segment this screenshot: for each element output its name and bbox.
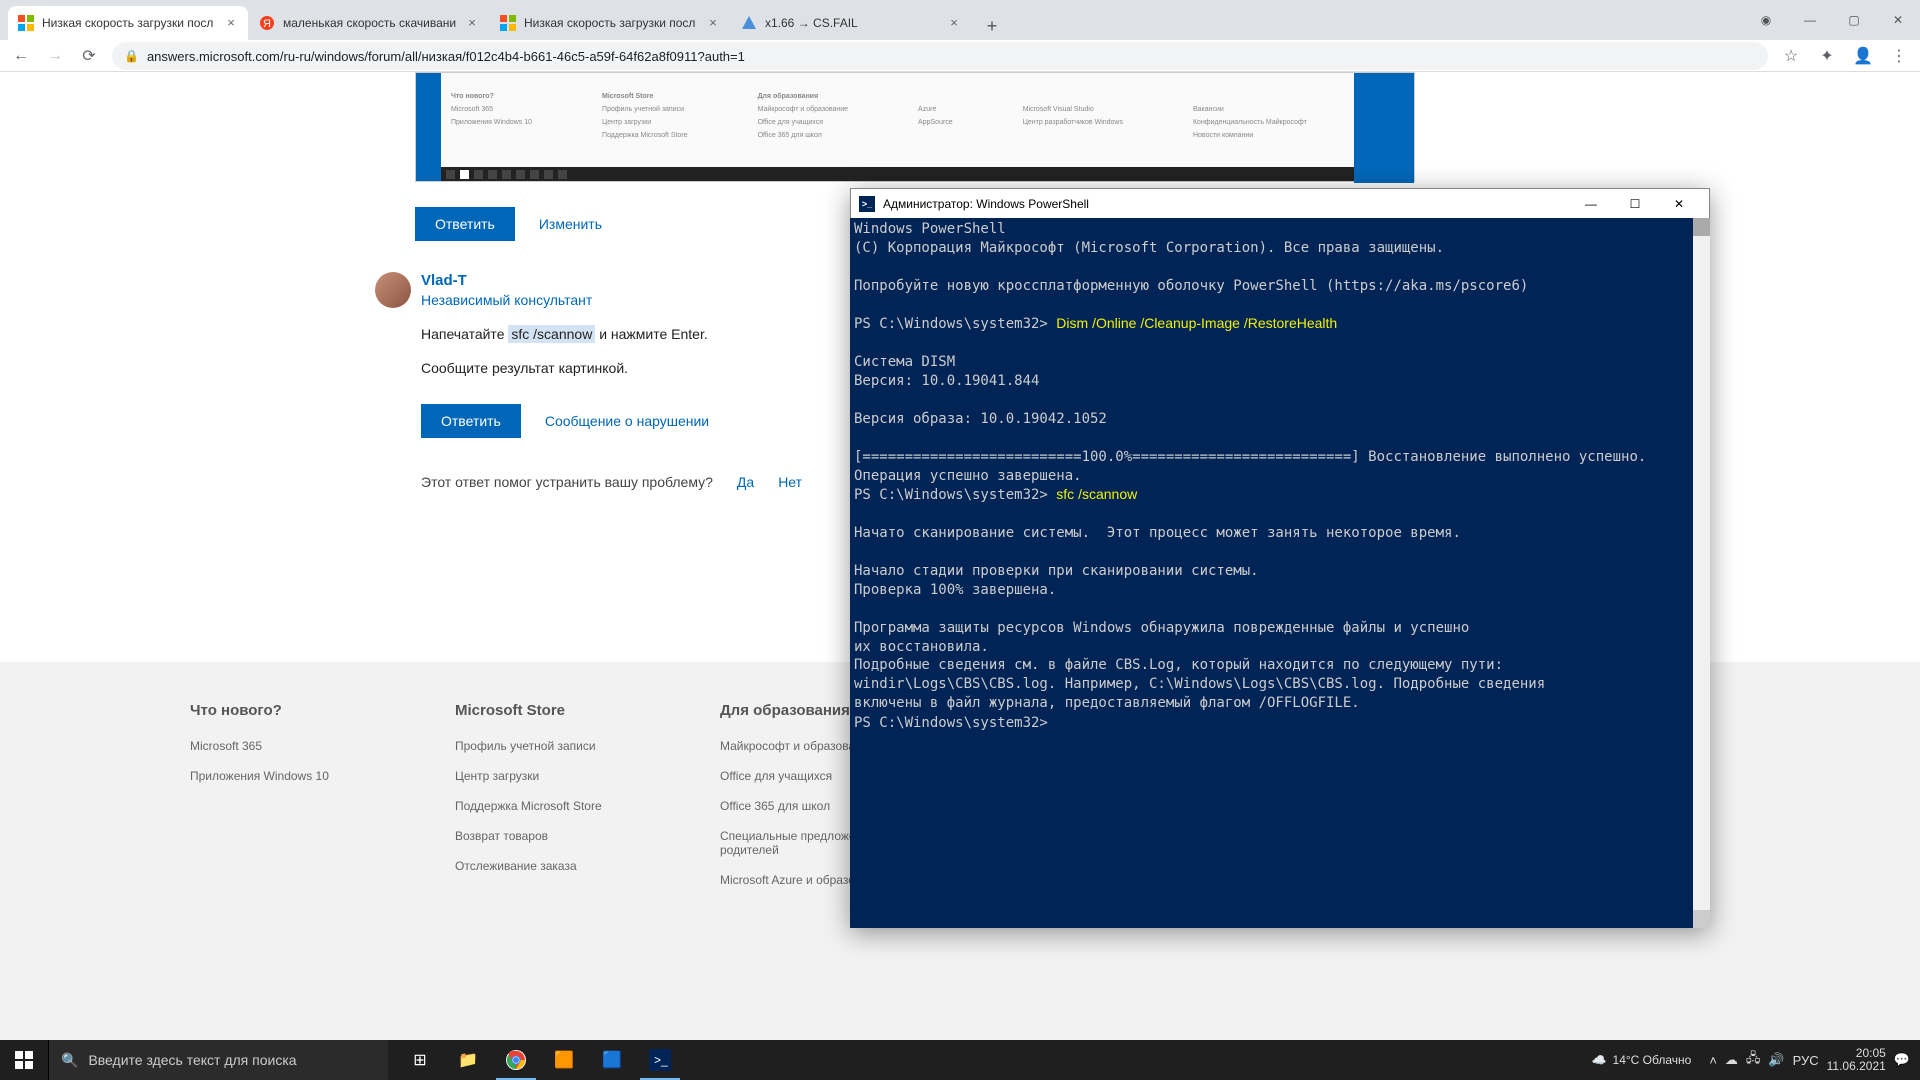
footer-link[interactable]: Приложения Windows 10 bbox=[190, 769, 390, 783]
forward-icon[interactable]: → bbox=[44, 45, 66, 67]
url-text: answers.microsoft.com/ru-ru/windows/foru… bbox=[147, 49, 745, 64]
reload-icon[interactable]: ⟳ bbox=[78, 45, 100, 67]
chevron-up-icon[interactable]: ˄ bbox=[1709, 1053, 1717, 1068]
browser-tab[interactable]: Низкая скорость загрузки посл × bbox=[490, 6, 730, 40]
taskbar: 🔍 Введите здесь текст для поиска ⊞ 📁 🟧 🟦… bbox=[0, 1040, 1920, 1080]
footer-link[interactable]: Возврат товаров bbox=[455, 829, 655, 843]
close-icon[interactable]: × bbox=[947, 16, 961, 30]
account-icon[interactable]: ◉ bbox=[1744, 5, 1788, 35]
report-link[interactable]: Сообщение о нарушении bbox=[545, 413, 709, 429]
weather-widget[interactable]: ☁️ 14°C Облачно bbox=[1592, 1053, 1692, 1067]
search-placeholder: Введите здесь текст для поиска bbox=[88, 1052, 296, 1068]
network-icon[interactable]: 🖧 bbox=[1746, 1049, 1761, 1071]
date-text: 11.06.2021 bbox=[1827, 1060, 1886, 1073]
tab-strip: Низкая скорость загрузки посл × Я малень… bbox=[0, 0, 1920, 40]
csfail-favicon bbox=[741, 15, 757, 31]
terminal-output[interactable]: Windows PowerShell (C) Корпорация Майкро… bbox=[850, 218, 1693, 928]
reply-text-part: и нажмите Enter. bbox=[595, 326, 707, 342]
footer-link[interactable]: Отслеживание заказа bbox=[455, 859, 655, 873]
clock[interactable]: 20:05 11.06.2021 bbox=[1827, 1047, 1886, 1073]
profile-icon[interactable]: 👤 bbox=[1852, 45, 1874, 67]
footer-column: Microsoft Store Профиль учетной записи Ц… bbox=[455, 702, 655, 908]
chrome-icon[interactable] bbox=[492, 1040, 540, 1080]
new-tab-button[interactable]: + bbox=[978, 12, 1006, 40]
close-icon[interactable]: × bbox=[706, 16, 720, 30]
weather-text: 14°C Облачно bbox=[1613, 1053, 1692, 1067]
task-view-icon[interactable]: ⊞ bbox=[396, 1040, 444, 1080]
ms-favicon bbox=[18, 15, 34, 31]
tab-title: x1.66 → CS.FAIL bbox=[765, 16, 941, 30]
powershell-icon: >_ bbox=[859, 196, 875, 212]
close-icon[interactable]: × bbox=[465, 16, 479, 30]
extensions-icon[interactable]: ✦ bbox=[1816, 45, 1838, 67]
minimize-icon[interactable]: — bbox=[1788, 5, 1832, 35]
avatar[interactable] bbox=[375, 272, 411, 308]
ms-favicon bbox=[500, 15, 516, 31]
browser-tab[interactable]: x1.66 → CS.FAIL × bbox=[731, 6, 971, 40]
maximize-icon[interactable]: ▢ bbox=[1832, 5, 1876, 35]
taskbar-search[interactable]: 🔍 Введите здесь текст для поиска bbox=[48, 1040, 388, 1080]
back-icon[interactable]: ← bbox=[10, 45, 32, 67]
helpful-no[interactable]: Нет bbox=[778, 474, 802, 490]
tab-title: маленькая скорость скачивани bbox=[283, 16, 459, 30]
footer-heading: Microsoft Store bbox=[455, 702, 655, 719]
app-icon[interactable]: 🟦 bbox=[588, 1040, 636, 1080]
footer-link[interactable]: Microsoft 365 bbox=[190, 739, 390, 753]
tab-title: Низкая скорость загрузки посл bbox=[42, 16, 218, 30]
onedrive-icon[interactable]: ☁ bbox=[1725, 1052, 1738, 1068]
volume-icon[interactable]: 🔊 bbox=[1768, 1052, 1784, 1068]
inline-code: sfc /scannow bbox=[508, 325, 595, 343]
window-controls: ◉ — ▢ ✕ bbox=[1744, 0, 1920, 40]
helpful-yes[interactable]: Да bbox=[737, 474, 754, 490]
powershell-titlebar[interactable]: >_ Администратор: Windows PowerShell — ☐… bbox=[850, 188, 1710, 218]
close-icon[interactable]: × bbox=[224, 16, 238, 30]
reply-text-part: Напечатайте bbox=[421, 326, 508, 342]
powershell-window[interactable]: >_ Администратор: Windows PowerShell — ☐… bbox=[850, 188, 1710, 928]
browser-tab[interactable]: Я маленькая скорость скачивани × bbox=[249, 6, 489, 40]
embedded-screenshot[interactable]: Что нового?Microsoft 365Приложения Windo… bbox=[415, 72, 1415, 182]
helpful-question: Этот ответ помог устранить вашу проблему… bbox=[421, 474, 713, 490]
weather-icon: ☁️ bbox=[1592, 1053, 1607, 1067]
system-tray: ☁️ 14°C Облачно ˄ ☁ 🖧 🔊 РУС 20:05 11.06.… bbox=[1582, 1040, 1920, 1080]
edit-link[interactable]: Изменить bbox=[539, 216, 602, 232]
notifications-icon[interactable]: 💬 bbox=[1894, 1052, 1910, 1068]
close-icon[interactable]: ✕ bbox=[1657, 190, 1701, 218]
footer-link[interactable]: Центр загрузки bbox=[455, 769, 655, 783]
address-bar: ← → ⟳ 🔒 answers.microsoft.com/ru-ru/wind… bbox=[0, 40, 1920, 72]
reply-button[interactable]: Ответить bbox=[415, 207, 515, 241]
search-icon: 🔍 bbox=[61, 1052, 78, 1069]
footer-column: Что нового? Microsoft 365 Приложения Win… bbox=[190, 702, 390, 908]
url-input[interactable]: 🔒 answers.microsoft.com/ru-ru/windows/fo… bbox=[112, 42, 1768, 70]
app-icon[interactable]: 🟧 bbox=[540, 1040, 588, 1080]
start-button[interactable] bbox=[0, 1040, 48, 1080]
reply-button[interactable]: Ответить bbox=[421, 404, 521, 438]
menu-icon[interactable]: ⋮ bbox=[1888, 45, 1910, 67]
tab-title: Низкая скорость загрузки посл bbox=[524, 16, 700, 30]
language-indicator[interactable]: РУС bbox=[1793, 1053, 1819, 1068]
scrollbar[interactable] bbox=[1693, 218, 1710, 928]
minimize-icon[interactable]: — bbox=[1569, 190, 1613, 218]
browser-chrome: Низкая скорость загрузки посл × Я малень… bbox=[0, 0, 1920, 72]
window-title: Администратор: Windows PowerShell bbox=[883, 197, 1089, 211]
maximize-icon[interactable]: ☐ bbox=[1613, 190, 1657, 218]
footer-link[interactable]: Профиль учетной записи bbox=[455, 739, 655, 753]
close-icon[interactable]: ✕ bbox=[1876, 5, 1920, 35]
lock-icon: 🔒 bbox=[124, 49, 139, 63]
svg-text:>_: >_ bbox=[654, 1053, 668, 1067]
browser-tab[interactable]: Низкая скорость загрузки посл × bbox=[8, 6, 248, 40]
star-icon[interactable]: ☆ bbox=[1780, 45, 1802, 67]
explorer-icon[interactable]: 📁 bbox=[444, 1040, 492, 1080]
footer-link[interactable]: Поддержка Microsoft Store bbox=[455, 799, 655, 813]
powershell-taskbar-icon[interactable]: >_ bbox=[636, 1040, 684, 1080]
footer-heading: Что нового? bbox=[190, 702, 390, 719]
yandex-favicon: Я bbox=[259, 15, 275, 31]
svg-text:Я: Я bbox=[263, 18, 271, 30]
